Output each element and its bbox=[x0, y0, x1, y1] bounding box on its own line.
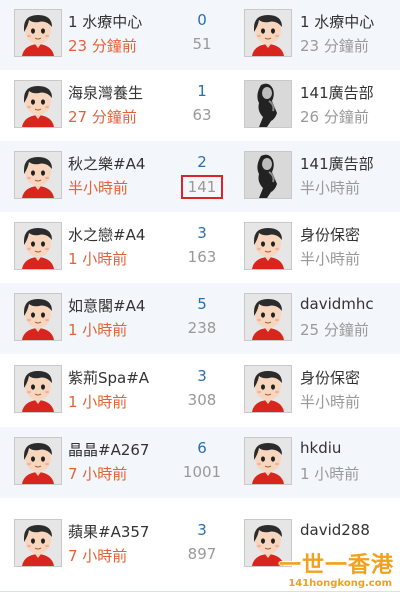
author-avatar[interactable] bbox=[14, 365, 62, 413]
view-count: 63 bbox=[192, 106, 212, 124]
thread-time: 1 小時前 bbox=[68, 321, 128, 339]
thread-time: 7 小時前 bbox=[68, 465, 128, 483]
thread-time: 1 小時前 bbox=[68, 393, 128, 411]
reply-count: 1 bbox=[197, 82, 207, 100]
thread-title-link[interactable]: 海泉灣養生 bbox=[68, 82, 158, 103]
reply-count: 3 bbox=[197, 367, 207, 385]
author-avatar[interactable] bbox=[14, 293, 62, 341]
thread-title-link[interactable]: 秋之樂#A4 bbox=[68, 153, 158, 174]
last-post-time: 26 分鐘前 bbox=[300, 108, 369, 126]
reply-count: 3 bbox=[197, 521, 207, 539]
watermark-url: 141hongkong.com bbox=[288, 578, 392, 589]
reply-count: 5 bbox=[197, 295, 207, 313]
thread-title-link[interactable]: 如意閣#A4 bbox=[68, 295, 158, 316]
thread-title-link[interactable]: 蘋果#A357 bbox=[68, 521, 158, 542]
view-count: 141 bbox=[181, 175, 223, 199]
thread-time: 23 分鐘前 bbox=[68, 37, 137, 55]
last-poster-avatar[interactable] bbox=[244, 9, 292, 57]
view-count: 163 bbox=[187, 248, 217, 266]
thread-row[interactable]: 海泉灣養生 27 分鐘前 1 63 141廣告部 26 分鐘前 bbox=[0, 70, 400, 142]
last-poster-avatar[interactable] bbox=[244, 365, 292, 413]
last-poster-photo-avatar[interactable] bbox=[244, 80, 292, 128]
thread-row[interactable]: 紫荊Spa#A 1 小時前 3 308 身份保密半小時前 bbox=[0, 354, 400, 428]
thread-row[interactable]: 如意閣#A4 1 小時前 5 238 davidmhc 25 分鐘前 bbox=[0, 283, 400, 355]
last-poster-photo-avatar[interactable] bbox=[244, 151, 292, 199]
thread-title-link[interactable]: 紫荊Spa#A bbox=[68, 367, 158, 388]
thread-time: 半小時前 bbox=[68, 179, 129, 197]
last-post-time: 1 小時前 bbox=[300, 465, 360, 483]
author-avatar[interactable] bbox=[14, 437, 62, 485]
last-poster-avatar[interactable] bbox=[244, 222, 292, 270]
view-count: 308 bbox=[187, 391, 217, 409]
thread-title-link[interactable]: 水之戀#A4 bbox=[68, 224, 158, 245]
author-avatar[interactable] bbox=[14, 519, 62, 567]
author-avatar[interactable] bbox=[14, 151, 62, 199]
reply-count: 3 bbox=[197, 224, 207, 242]
last-post-time: 23 分鐘前 bbox=[300, 37, 369, 55]
author-avatar[interactable] bbox=[14, 9, 62, 57]
reply-count: 6 bbox=[197, 439, 207, 457]
view-count: 1001 bbox=[182, 463, 222, 481]
thread-title-link[interactable]: 1 水療中心 bbox=[68, 11, 158, 32]
last-poster-name[interactable]: 141廣告部 bbox=[300, 82, 396, 103]
thread-row[interactable]: 晶晶#A267 7 小時前 6 1001 hkdiu 1 小時前 bbox=[0, 427, 400, 499]
last-poster-avatar[interactable] bbox=[244, 437, 292, 485]
thread-row[interactable]: 1 水療中心 23 分鐘前 0 51 1 水療中心 23 分鐘前 bbox=[0, 0, 400, 71]
author-avatar[interactable] bbox=[14, 222, 62, 270]
watermark-logo: 一世一香港 141hongkong.com bbox=[274, 549, 394, 589]
last-poster-name[interactable]: david288 bbox=[300, 521, 396, 539]
view-count: 51 bbox=[192, 35, 212, 53]
view-count: 897 bbox=[187, 545, 217, 563]
last-post-time: 25 分鐘前 bbox=[300, 321, 369, 339]
author-avatar[interactable] bbox=[14, 80, 62, 128]
thread-title-link[interactable]: 晶晶#A267 bbox=[68, 439, 158, 460]
thread-row[interactable]: 水之戀#A4 1 小時前 3 163 身份保密半小時前 bbox=[0, 212, 400, 284]
last-post-time: 半小時前 bbox=[300, 179, 361, 197]
last-poster-name[interactable]: 身份保密 bbox=[300, 367, 396, 388]
reply-count: 2 bbox=[197, 153, 207, 171]
thread-table: 1 水療中心 23 分鐘前 0 51 1 水療中心 23 分鐘前 海泉灣養生 27 分鐘前… bbox=[0, 0, 400, 592]
last-poster-name[interactable]: hkdiu bbox=[300, 439, 396, 457]
thread-row[interactable]: 秋之樂#A4 半小時前 2 141 141廣告部 半小時前 bbox=[0, 141, 400, 213]
last-poster-name[interactable]: 141廣告部 bbox=[300, 153, 396, 174]
last-poster-name[interactable]: 身份保密 bbox=[300, 224, 396, 245]
last-poster-avatar[interactable] bbox=[244, 293, 292, 341]
last-poster-name[interactable]: 1 水療中心 bbox=[300, 11, 396, 32]
watermark-title: 一世一香港 bbox=[278, 553, 394, 578]
reply-count: 0 bbox=[197, 11, 207, 29]
thread-time: 27 分鐘前 bbox=[68, 108, 137, 126]
thread-time: 1 小時前 bbox=[68, 250, 128, 268]
last-post-time: 半小時前 bbox=[300, 393, 361, 411]
thread-time: 7 小時前 bbox=[68, 547, 128, 565]
last-post-time: 半小時前 bbox=[300, 250, 361, 268]
view-count: 238 bbox=[187, 319, 217, 337]
last-poster-name[interactable]: davidmhc bbox=[300, 295, 396, 313]
